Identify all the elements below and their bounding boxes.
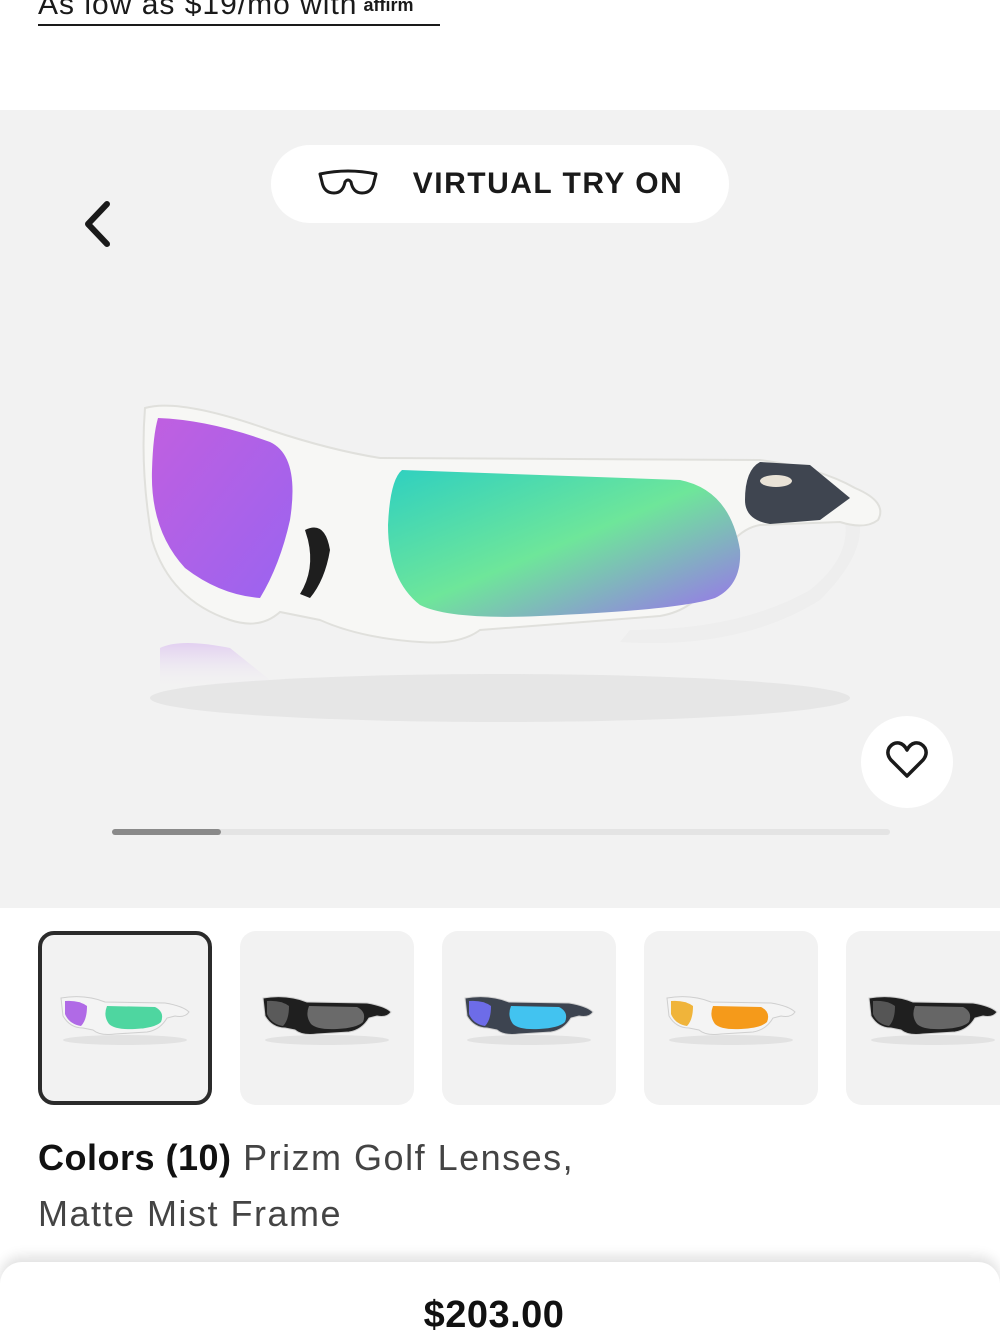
color-variant-thumbnails (0, 931, 1000, 1107)
price-bottom-sheet: $203.00 (0, 1262, 1000, 1333)
affirm-financing-link[interactable]: As low as $19/mo with affirm (38, 0, 440, 26)
thumbnail-black-prizm-alt[interactable] (846, 931, 1000, 1105)
image-carousel-progress-fill (112, 829, 221, 835)
product-image-sunglasses (120, 380, 900, 740)
chevron-left-icon (79, 199, 115, 254)
thumbnail-sunglasses-image (262, 996, 392, 1045)
previous-image-button[interactable] (72, 198, 122, 254)
thumbnail-sunglasses-image (464, 996, 594, 1045)
heart-outline-icon (885, 740, 929, 785)
virtual-try-on-button[interactable]: VIRTUAL TRY ON (271, 145, 729, 223)
product-price: $203.00 (423, 1294, 565, 1333)
thumbnail-sunglasses-image (666, 996, 796, 1045)
thumbnail-24k-prizm[interactable] (644, 931, 818, 1105)
product-image-gallery[interactable]: VIRTUAL TRY ON (0, 110, 1000, 908)
colors-count-label: Colors (10) (38, 1137, 232, 1178)
image-carousel-progress (112, 829, 890, 835)
thumbnail-sunglasses-image (868, 996, 998, 1045)
glasses-icon (317, 168, 379, 201)
financing-text: As low as $19/mo with (38, 0, 358, 21)
thumbnail-black-prizm[interactable] (240, 931, 414, 1105)
virtual-try-on-label: VIRTUAL TRY ON (412, 167, 684, 200)
thumbnail-sapphire-prizm[interactable] (442, 931, 616, 1105)
thumbnail-prizm-golf-matte-mist[interactable] (38, 931, 212, 1105)
add-to-favorites-button[interactable] (861, 716, 953, 808)
thumbnail-sunglasses-image (60, 996, 190, 1045)
affirm-logo: affirm (363, 0, 414, 15)
color-selection-info: Colors (10) Prizm Golf Lenses, Matte Mis… (38, 1130, 638, 1242)
